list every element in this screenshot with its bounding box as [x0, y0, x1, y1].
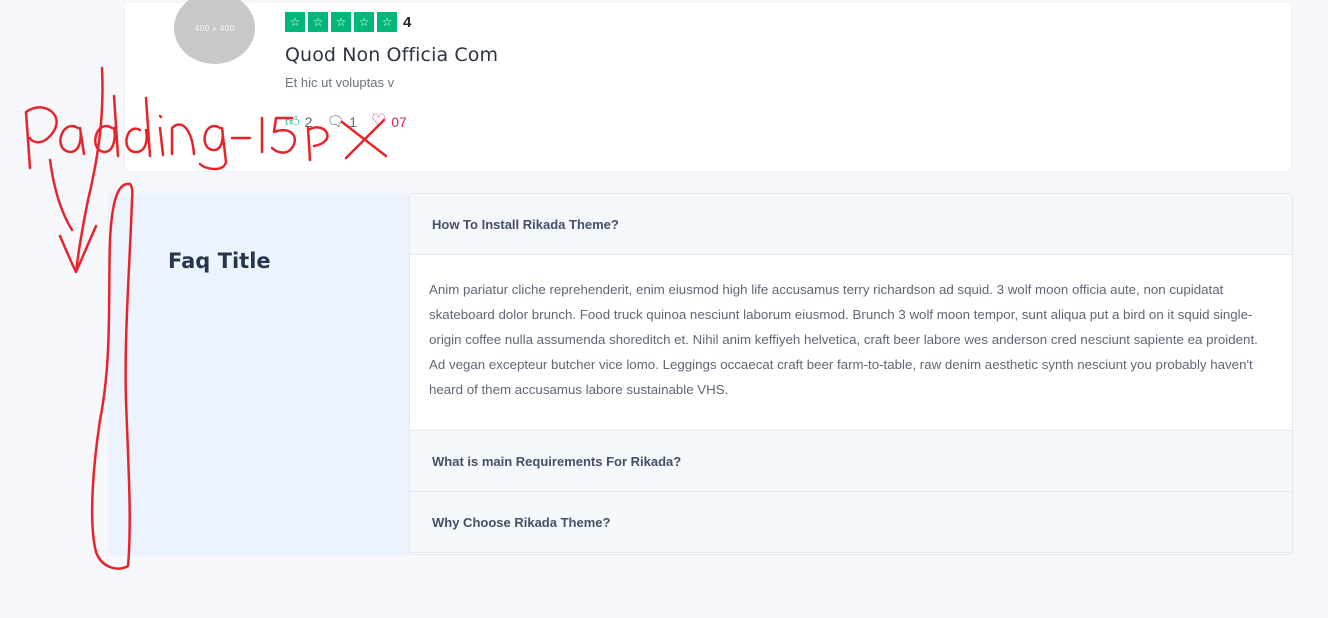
faq-question-install[interactable]: How To Install Rikada Theme?: [410, 194, 1292, 255]
faq-question-why-choose[interactable]: Why Choose Rikada Theme?: [410, 492, 1292, 553]
rating-value: 4: [403, 13, 412, 31]
arrow-stroke: [58, 66, 104, 274]
avatar-placeholder-text: 400 x 400: [194, 23, 235, 33]
review-card: 400 x 400 ☆ ☆ ☆ ☆ ☆ 4 Quod Non Officia C…: [124, 0, 1292, 172]
faq-question-requirements[interactable]: What is main Requirements For Rikada?: [410, 431, 1292, 492]
arrow-stroke: [48, 158, 74, 232]
faq-answer-install: Anim pariatur cliche reprehenderit, enim…: [410, 255, 1292, 431]
card-top-strip: [125, 0, 1291, 3]
faq-section: Faq Title How To Install Rikada Theme? A…: [108, 193, 1293, 556]
heart-icon: ♡: [371, 111, 387, 131]
review-meta: 👍︎ 2 🗨︎ 1 ♡ 07: [285, 113, 407, 130]
like-count: 2: [304, 113, 313, 130]
comment-count: 1: [349, 113, 358, 130]
star-icon: ☆: [377, 12, 397, 32]
comment-icon: 🗨︎: [326, 113, 345, 130]
review-title[interactable]: Quod Non Officia Com: [285, 44, 498, 66]
star-icon: ☆: [285, 12, 305, 32]
heart-button[interactable]: ♡ 07: [371, 113, 407, 130]
handwriting-stroke: [94, 94, 120, 158]
like-button[interactable]: 👍︎ 2: [285, 114, 312, 130]
star-icon: ☆: [308, 12, 328, 32]
heart-count: 07: [391, 113, 407, 130]
handwriting-stroke: [24, 106, 58, 170]
star-rating: ☆ ☆ ☆ ☆ ☆ 4: [285, 12, 411, 32]
comment-button[interactable]: 🗨︎ 1: [326, 114, 357, 130]
faq-accordion: How To Install Rikada Theme? Anim pariat…: [409, 193, 1293, 555]
review-text: Et hic ut voluptas v: [285, 75, 395, 90]
faq-sidebar: Faq Title: [108, 193, 409, 556]
avatar: 400 x 400: [174, 0, 255, 64]
star-icon: ☆: [354, 12, 374, 32]
star-icon: ☆: [331, 12, 351, 32]
handwriting-stroke: [59, 124, 86, 156]
thumbs-up-icon: 👍︎: [285, 113, 300, 130]
faq-title: Faq Title: [168, 249, 271, 273]
